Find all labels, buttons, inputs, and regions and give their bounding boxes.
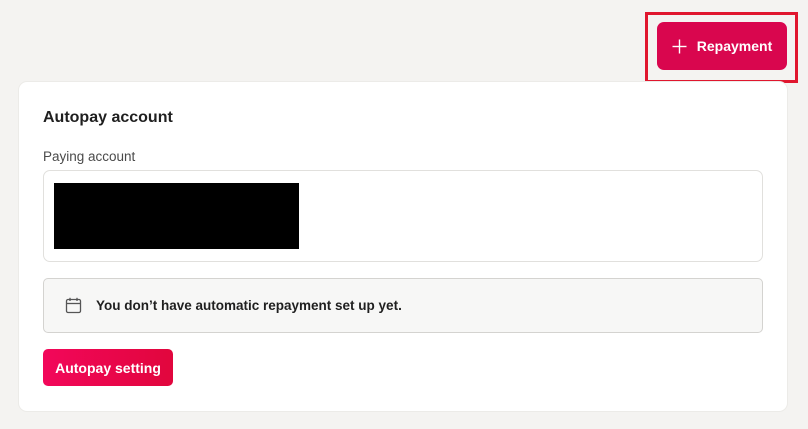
plus-icon: [672, 39, 687, 54]
paying-account-field[interactable]: [43, 170, 763, 262]
autopay-account-card: Autopay account Paying account You don’t…: [19, 82, 787, 411]
paying-account-label: Paying account: [43, 149, 136, 164]
calendar-icon: [65, 297, 82, 314]
repayment-button-label: Repayment: [696, 38, 773, 54]
add-repayment-button[interactable]: Repayment: [657, 22, 787, 70]
card-title: Autopay account: [43, 109, 173, 126]
notice-text: You don’t have automatic repayment set u…: [96, 298, 402, 313]
autopay-notice: You don’t have automatic repayment set u…: [43, 278, 763, 333]
autopay-setting-button[interactable]: Autopay setting: [43, 349, 173, 386]
redacted-account-info: [54, 183, 299, 249]
